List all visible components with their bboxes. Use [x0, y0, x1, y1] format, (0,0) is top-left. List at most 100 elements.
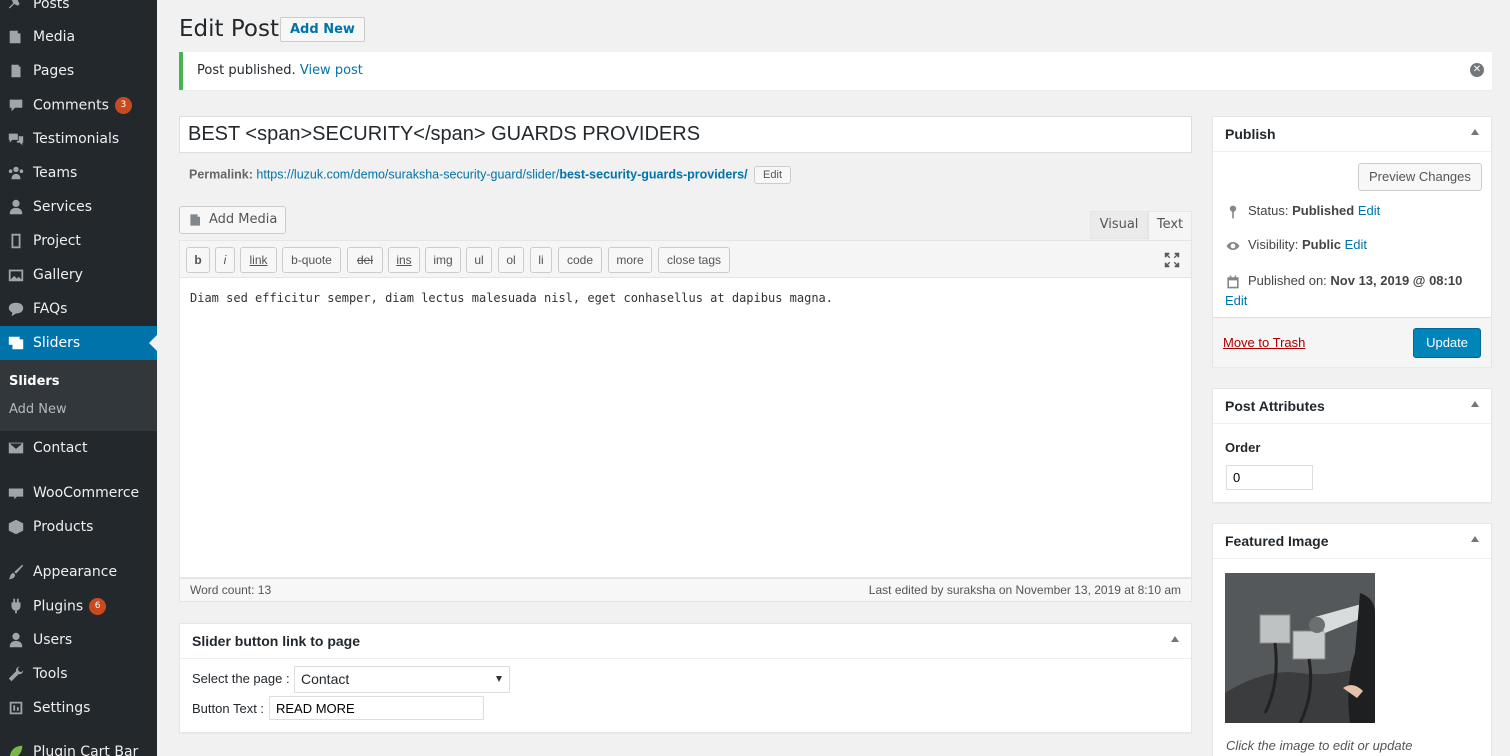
sidebar-item-project[interactable]: Project: [0, 224, 157, 258]
permalink-slug: best-security-guards-providers/: [559, 167, 748, 182]
page-select[interactable]: Contact: [294, 666, 510, 693]
collapse-arrow-icon[interactable]: [1471, 536, 1479, 542]
word-count: Word count: 13: [190, 583, 272, 597]
post-content-textarea[interactable]: Diam sed efficitur semper, diam lectus m…: [179, 278, 1192, 578]
featured-image-thumbnail[interactable]: [1225, 573, 1375, 723]
view-post-link[interactable]: View post: [300, 63, 363, 78]
sidebar-item-label: Settings: [33, 700, 91, 716]
metabox-header[interactable]: Featured Image: [1213, 524, 1491, 559]
preview-changes-button[interactable]: Preview Changes: [1358, 163, 1482, 191]
sidebar-item-gallery[interactable]: Gallery: [0, 258, 157, 292]
add-new-button[interactable]: Add New: [280, 17, 365, 42]
visibility-value: Public: [1301, 237, 1341, 252]
sidebar-item-sliders[interactable]: Sliders: [0, 326, 157, 360]
sidebar-item-label: Project: [33, 233, 81, 249]
fullscreen-icon[interactable]: [1163, 251, 1181, 269]
edit-permalink-button[interactable]: Edit: [754, 166, 792, 184]
status-row: Status: Published Edit: [1225, 203, 1380, 220]
qt-close-tags-button[interactable]: close tags: [658, 247, 730, 273]
sidebar-item-pages[interactable]: Pages: [0, 54, 157, 88]
admin-sidebar: Posts Media Pages Comments 3 Testimonials…: [0, 0, 157, 756]
qt-bold-button[interactable]: b: [186, 247, 210, 273]
status-label: Status:: [1248, 203, 1289, 218]
qt-img-button[interactable]: img: [425, 247, 461, 273]
collapse-arrow-icon[interactable]: [1471, 401, 1479, 407]
sidebar-item-label: Teams: [33, 165, 78, 181]
sidebar-item-label: Plugins: [33, 598, 84, 614]
permalink-row: Permalink: https://luzuk.com/demo/suraks…: [189, 166, 792, 184]
sidebar-item-contact[interactable]: Contact: [0, 431, 157, 465]
post-title-input[interactable]: [179, 116, 1192, 153]
add-media-button[interactable]: Add Media: [179, 206, 287, 234]
visibility-row: Visibility: Public Edit: [1225, 237, 1367, 254]
leaf-icon: [6, 742, 26, 756]
sidebar-item-label: Contact: [33, 440, 88, 456]
sidebar-item-comments[interactable]: Comments 3: [0, 88, 157, 122]
sidebar-item-label: Testimonials: [33, 131, 120, 147]
submenu-item-sliders[interactable]: Sliders: [9, 374, 60, 389]
metabox-header[interactable]: Post Attributes: [1213, 389, 1491, 424]
qt-more-button[interactable]: more: [608, 247, 652, 273]
edit-status-link[interactable]: Edit: [1358, 203, 1380, 218]
tab-text[interactable]: Text: [1148, 211, 1192, 241]
featured-image-metabox: Featured Image Click the image to edit o…: [1212, 523, 1492, 756]
order-input[interactable]: [1226, 465, 1313, 490]
edit-date-link[interactable]: Edit: [1225, 293, 1247, 308]
metabox-header[interactable]: Publish: [1213, 117, 1491, 152]
sidebar-item-faqs[interactable]: FAQs: [0, 292, 157, 326]
metabox-title: Featured Image: [1225, 533, 1329, 549]
update-button[interactable]: Update: [1413, 328, 1481, 358]
sidebar-item-tools[interactable]: Tools: [0, 657, 157, 691]
media-icon: [6, 27, 26, 47]
qt-link-button[interactable]: link: [240, 247, 277, 273]
submenu-item-add-new[interactable]: Add New: [9, 402, 67, 417]
testimonial-icon: [6, 129, 26, 149]
permalink-base: https://luzuk.com/demo/suraksha-security…: [256, 167, 560, 182]
sidebar-item-woocommerce[interactable]: WooCommerce: [0, 476, 157, 510]
move-to-trash-link[interactable]: Move to Trash: [1223, 335, 1305, 350]
brush-icon: [6, 562, 26, 582]
qt-code-button[interactable]: code: [558, 247, 602, 273]
status-value: Published: [1292, 203, 1355, 218]
plugin-icon: [6, 596, 26, 616]
sidebar-item-settings[interactable]: Settings: [0, 691, 157, 725]
qt-ol-button[interactable]: ol: [498, 247, 524, 273]
post-attributes-metabox: Post Attributes Order: [1212, 388, 1492, 503]
groups-icon: [6, 163, 26, 183]
sidebar-item-services[interactable]: Services: [0, 190, 157, 224]
button-text-input[interactable]: [269, 696, 484, 720]
qt-ul-button[interactable]: ul: [466, 247, 492, 273]
edit-visibility-link[interactable]: Edit: [1345, 237, 1367, 252]
published-label: Published on:: [1248, 273, 1327, 288]
sidebar-item-testimonials[interactable]: Testimonials: [0, 122, 157, 156]
last-edited: Last edited by suraksha on November 13, …: [868, 583, 1181, 597]
collapse-arrow-icon[interactable]: [1171, 636, 1179, 642]
tab-visual[interactable]: Visual: [1090, 211, 1148, 239]
order-label: Order: [1225, 440, 1261, 455]
success-notice: Post published. View post ✕: [179, 52, 1492, 90]
sidebar-item-products[interactable]: Products: [0, 510, 157, 544]
sidebar-item-posts[interactable]: Posts: [0, 0, 157, 21]
user-icon: [6, 630, 26, 650]
sidebar-item-label: Gallery: [33, 267, 83, 283]
qt-ins-button[interactable]: ins: [388, 247, 420, 273]
sidebar-item-appearance[interactable]: Appearance: [0, 555, 157, 589]
qt-del-button[interactable]: del: [347, 247, 383, 273]
sidebar-item-plugin-cart-bar[interactable]: Plugin Cart Bar: [0, 735, 157, 756]
sidebar-item-teams[interactable]: Teams: [0, 156, 157, 190]
metabox-header[interactable]: Slider button link to page: [180, 624, 1191, 659]
sidebar-item-plugins[interactable]: Plugins 6: [0, 589, 157, 623]
sidebar-item-media[interactable]: Media: [0, 20, 157, 54]
security-camera-image: [1225, 573, 1375, 723]
qt-italic-button[interactable]: i: [215, 247, 235, 273]
pages-icon: [6, 61, 26, 81]
sidebar-item-users[interactable]: Users: [0, 623, 157, 657]
qt-li-button[interactable]: li: [530, 247, 552, 273]
collapse-arrow-icon[interactable]: [1471, 129, 1479, 135]
sidebar-item-label: Services: [33, 199, 93, 215]
publish-metabox: Publish Preview Changes Status: Publishe…: [1212, 116, 1492, 367]
qt-bquote-button[interactable]: b-quote: [282, 247, 341, 273]
sidebar-item-label-wrap: Plugins 6: [33, 597, 107, 615]
permalink-link[interactable]: https://luzuk.com/demo/suraksha-security…: [256, 167, 747, 181]
dismiss-icon[interactable]: ✕: [1470, 63, 1484, 77]
